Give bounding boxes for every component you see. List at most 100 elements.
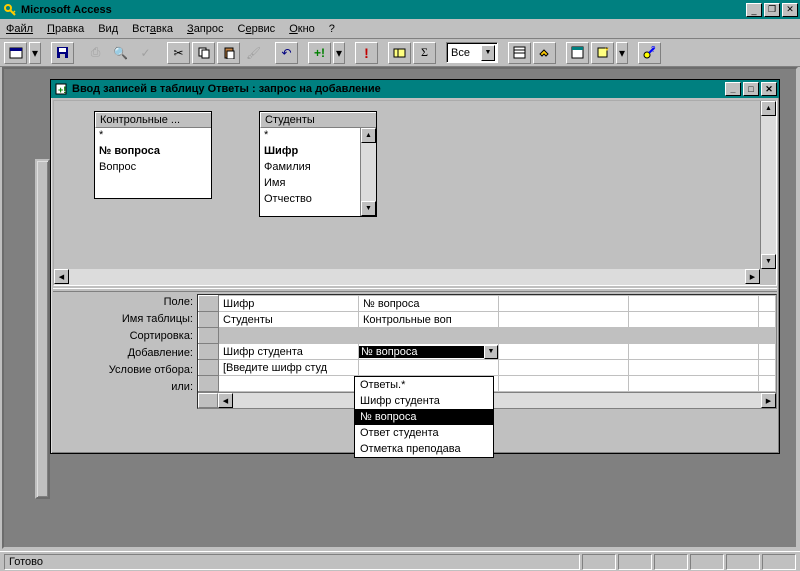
chevron-down-icon[interactable]: ▼ — [484, 345, 498, 359]
scroll-right-icon[interactable]: ▶ — [761, 393, 776, 408]
pane-hscrollbar[interactable]: ◀ ▶ — [54, 269, 760, 285]
menu-edit[interactable]: Правка — [47, 23, 84, 35]
totals-button[interactable]: Σ — [413, 42, 436, 64]
menu-file[interactable]: Файл — [6, 23, 33, 35]
dropdown-item[interactable]: Ответ студента — [355, 425, 493, 441]
properties-button[interactable] — [508, 42, 531, 64]
build-button[interactable] — [533, 42, 556, 64]
grid-cell-field[interactable]: Шифр — [219, 296, 359, 312]
field-item[interactable]: Отчество — [260, 192, 376, 208]
db-window-button[interactable] — [566, 42, 589, 64]
grid-cell[interactable] — [629, 328, 759, 344]
cut-button[interactable]: ✂ — [167, 42, 190, 64]
scroll-right-icon[interactable]: ▶ — [745, 269, 760, 284]
grid-cell-append-active[interactable]: № вопроса ▼ — [359, 344, 499, 360]
grid-cell[interactable] — [629, 312, 759, 328]
grid-cell-criteria[interactable]: [Введите шифр студ — [219, 360, 359, 376]
grid-cell[interactable] — [759, 376, 776, 392]
grid-cell[interactable] — [499, 376, 629, 392]
grid-cell-append[interactable]: Шифр студента — [219, 344, 359, 360]
dropdown-item[interactable]: Ответы.* — [355, 377, 493, 393]
grid-cell-sort[interactable] — [359, 328, 499, 344]
top-values-combo[interactable]: Все ▼ — [446, 42, 498, 63]
grid-cell[interactable] — [629, 344, 759, 360]
scroll-up-icon[interactable]: ▲ — [361, 128, 376, 143]
pane-vscrollbar[interactable]: ▲ ▼ — [760, 101, 776, 269]
grid-cell[interactable] — [629, 360, 759, 376]
spell-button[interactable]: ✓ — [134, 42, 157, 64]
grid-cell[interactable] — [759, 344, 776, 360]
grid-cell[interactable] — [759, 360, 776, 376]
child-titlebar[interactable]: +! Ввод записей в таблицу Ответы : запро… — [51, 80, 779, 98]
row-selector[interactable] — [199, 312, 219, 328]
row-selector[interactable] — [199, 376, 219, 392]
print-button[interactable]: ⎙ — [84, 42, 107, 64]
field-item[interactable]: Фамилия — [260, 160, 376, 176]
grid-cell[interactable] — [759, 296, 776, 312]
close-button[interactable]: ✕ — [782, 3, 798, 17]
grid-cell[interactable] — [499, 296, 629, 312]
field-list-scrollbar[interactable]: ▲ ▼ — [360, 128, 376, 216]
paste-button[interactable] — [217, 42, 240, 64]
row-selector[interactable] — [199, 360, 219, 376]
scroll-left-icon[interactable]: ◀ — [54, 269, 69, 284]
row-selector[interactable] — [199, 328, 219, 344]
restore-button[interactable]: ❐ — [764, 3, 780, 17]
show-table-button[interactable] — [388, 42, 411, 64]
format-painter-button[interactable]: 🖌 — [242, 42, 265, 64]
append-dropdown[interactable]: Ответы.* Шифр студента № вопроса Ответ с… — [354, 376, 494, 458]
child-close-button[interactable]: ✕ — [761, 82, 777, 96]
view-dropdown-icon[interactable]: ▾ — [29, 42, 41, 64]
menu-insert[interactable]: Вставка — [132, 23, 173, 35]
view-button[interactable] — [4, 42, 27, 64]
copy-button[interactable] — [192, 42, 215, 64]
field-item[interactable]: Шифр — [260, 144, 376, 160]
table-diagram-pane[interactable]: Контрольные ... * № вопроса Вопрос Студе… — [53, 100, 777, 286]
grid-cell[interactable] — [629, 296, 759, 312]
query-type-dropdown-icon[interactable]: ▾ — [333, 42, 345, 64]
grid-cell[interactable] — [499, 360, 629, 376]
scroll-down-icon[interactable]: ▼ — [361, 201, 376, 216]
field-list-header[interactable]: Контрольные ... — [95, 112, 211, 128]
background-window[interactable] — [35, 159, 50, 499]
query-type-button[interactable]: +! — [308, 42, 331, 64]
menu-view[interactable]: Вид — [98, 23, 118, 35]
row-selector[interactable] — [199, 344, 219, 360]
grid-cell-or[interactable] — [219, 376, 359, 392]
chevron-down-icon[interactable]: ▼ — [481, 45, 495, 61]
field-list-students[interactable]: Студенты * Шифр Фамилия Имя Отчество ▲ ▼ — [259, 111, 377, 217]
menu-service[interactable]: Сервис — [238, 23, 276, 35]
minimize-button[interactable]: _ — [746, 3, 762, 17]
grid-cell[interactable] — [759, 328, 776, 344]
field-item[interactable]: № вопроса — [95, 144, 211, 160]
grid-cell[interactable] — [499, 312, 629, 328]
grid-cell-table[interactable]: Контрольные воп — [359, 312, 499, 328]
field-list-header[interactable]: Студенты — [260, 112, 376, 128]
scroll-left-icon[interactable]: ◀ — [218, 393, 233, 408]
grid-cell-table[interactable]: Студенты — [219, 312, 359, 328]
preview-button[interactable]: 🔍 — [109, 42, 132, 64]
child-minimize-button[interactable]: _ — [725, 82, 741, 96]
field-item[interactable]: * — [260, 128, 376, 144]
scroll-down-icon[interactable]: ▼ — [761, 254, 776, 269]
row-selector[interactable] — [199, 296, 219, 312]
grid-cell[interactable] — [499, 328, 629, 344]
grid-cell-criteria[interactable] — [359, 360, 499, 376]
grid-cell-sort[interactable] — [219, 328, 359, 344]
splitter[interactable] — [53, 288, 777, 292]
child-maximize-button[interactable]: □ — [743, 82, 759, 96]
grid-cell[interactable] — [629, 376, 759, 392]
dropdown-item[interactable]: Шифр студента — [355, 393, 493, 409]
grid-cell[interactable] — [759, 312, 776, 328]
grid-cell[interactable] — [499, 344, 629, 360]
help-button[interactable]: ? — [638, 42, 661, 64]
scroll-up-icon[interactable]: ▲ — [761, 101, 776, 116]
menu-help[interactable]: ? — [329, 23, 335, 35]
new-object-dropdown-icon[interactable]: ▾ — [616, 42, 628, 64]
field-list-kontrolnye[interactable]: Контрольные ... * № вопроса Вопрос — [94, 111, 212, 199]
new-object-button[interactable] — [591, 42, 614, 64]
run-button[interactable]: ! — [355, 42, 378, 64]
field-item[interactable]: Вопрос — [95, 160, 211, 176]
dropdown-item[interactable]: Отметка преподава — [355, 441, 493, 457]
menu-query[interactable]: Запрос — [187, 23, 223, 35]
